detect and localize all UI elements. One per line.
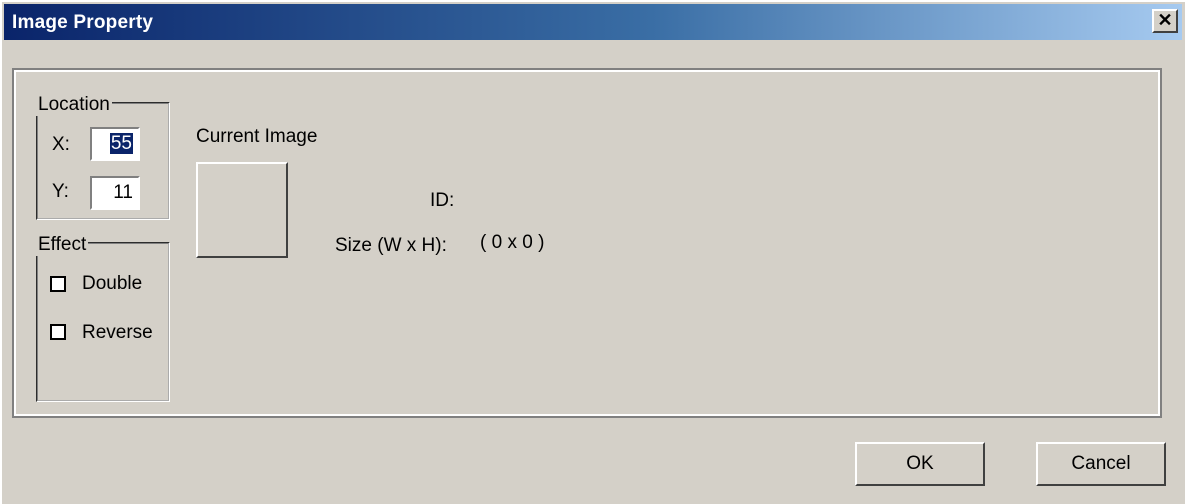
- location-legend: Location: [36, 94, 112, 116]
- size-label: Size (W x H):: [335, 235, 447, 256]
- ok-button[interactable]: OK: [855, 442, 985, 486]
- effect-legend: Effect: [36, 234, 89, 256]
- y-label: Y:: [52, 181, 69, 202]
- current-image-preview: [196, 162, 288, 258]
- image-property-dialog: Image Property ✕ Location X: 55 Y: 11 Ef…: [0, 0, 1185, 504]
- double-checkbox[interactable]: [50, 276, 66, 292]
- x-input[interactable]: 55: [90, 127, 140, 161]
- y-input-value: 11: [113, 182, 133, 203]
- close-button[interactable]: ✕: [1152, 9, 1178, 33]
- window-title: Image Property: [12, 12, 154, 33]
- cancel-button-label: Cancel: [1071, 453, 1131, 474]
- y-input[interactable]: 11: [90, 176, 140, 210]
- id-label: ID:: [430, 190, 455, 211]
- size-value: ( 0 x 0 ): [480, 232, 545, 253]
- x-input-value: 55: [109, 133, 133, 154]
- content-panel: [12, 68, 1162, 418]
- double-label[interactable]: Double: [82, 273, 142, 295]
- cancel-button[interactable]: Cancel: [1036, 442, 1166, 486]
- close-icon: ✕: [1157, 10, 1173, 30]
- reverse-label[interactable]: Reverse: [82, 322, 153, 344]
- title-bar[interactable]: Image Property ✕: [4, 4, 1182, 40]
- current-image-label: Current Image: [196, 126, 318, 147]
- ok-button-label: OK: [906, 453, 934, 474]
- reverse-checkbox[interactable]: [50, 324, 66, 340]
- x-label: X:: [52, 134, 70, 155]
